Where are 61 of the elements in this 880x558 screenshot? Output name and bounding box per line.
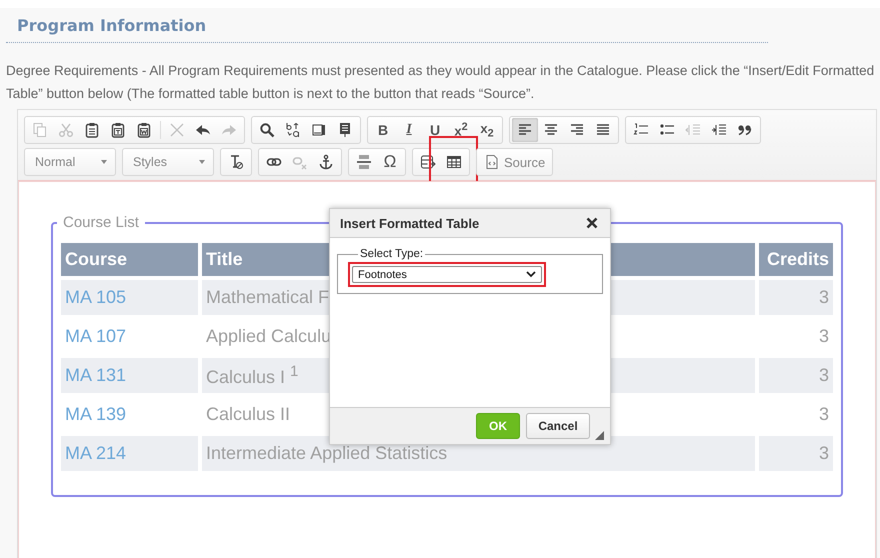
align-left-button[interactable] [512,118,538,142]
credits-cell-text: 3 [818,325,830,348]
clear-format-icon [228,154,244,170]
select-type-label: Select Type: [359,248,424,260]
indent-icon [711,122,727,138]
bold-button[interactable]: B [370,118,396,142]
type-select[interactable]: Footnotes [352,266,542,283]
course-code-link[interactable]: MA 139 [61,397,198,432]
table-edit-icon [420,154,436,170]
chevron-down-icon [526,271,536,278]
special-character-button[interactable]: Ω [377,150,403,174]
search-icon [259,122,275,138]
resize-grip-icon[interactable] [595,431,604,440]
course-title: Calculus I $^{1}$ [206,367,298,387]
select-all-icon [311,122,327,138]
course-list-legend: Course List [57,214,145,231]
caret-icon [199,160,205,164]
course-code-link[interactable]: MA 214 [61,436,198,471]
column-header: Credits [759,243,833,276]
document-code-icon [484,154,500,170]
clipboard-icon [136,122,152,138]
column-header: Course [61,243,198,276]
scissors-icon [58,122,74,138]
instructions-text: Degree Requirements - All Program Requirements must presented as they would appear in the Catalogue. Please click the “Insert/Edit Formatted Table” button below (The formatted table button is next to the button that reads “Source”. [6,62,876,103]
course-title: Mathematical F [206,287,330,307]
section-heading: Program Information [16,15,208,35]
italic-button[interactable]: I [396,118,422,142]
unlink-icon [292,154,308,170]
x-mark-icon [169,122,185,138]
script-button[interactable]: x$_{2}$ [474,118,500,142]
table-grid-icon [446,154,462,170]
script-button[interactable]: x$^{2}$ [448,118,474,142]
page-icon [337,122,353,138]
course-code-link[interactable]: MA 131 [61,358,198,393]
credits-cell: 3 [759,280,833,315]
credits-cell-text: 3 [818,403,830,426]
outdent-icon [685,122,701,138]
ok-button[interactable]: OK [476,413,520,439]
format-dropdown[interactable]: Normal [24,148,116,176]
caret-icon [101,160,107,164]
replace-icon [285,122,301,138]
format-dropdown[interactable]: Styles [122,148,214,176]
undo-icon [195,122,211,138]
source-button[interactable]: Source [479,150,550,174]
course-code-link[interactable]: MA 107 [61,319,198,354]
copy-icon [32,122,48,138]
course-title: Applied Calculu [206,326,332,346]
dialog-title: Insert Formatted Table [340,216,480,230]
horizontal-rule-icon [356,154,372,170]
clipboard-icon [110,122,126,138]
redo-icon [221,122,237,138]
credits-cell: 3 [759,358,833,393]
course-title: Calculus II [206,404,290,424]
course-title: Intermediate Applied Statistics [206,443,448,463]
credits-cell: 3 [759,436,833,471]
course-code-link[interactable]: MA 105 [61,280,198,315]
clipboard-icon [84,122,100,138]
close-icon[interactable] [586,217,598,229]
cancel-button[interactable]: Cancel [526,413,590,439]
underline-button[interactable]: U [422,118,448,142]
anchor-icon [318,154,334,170]
